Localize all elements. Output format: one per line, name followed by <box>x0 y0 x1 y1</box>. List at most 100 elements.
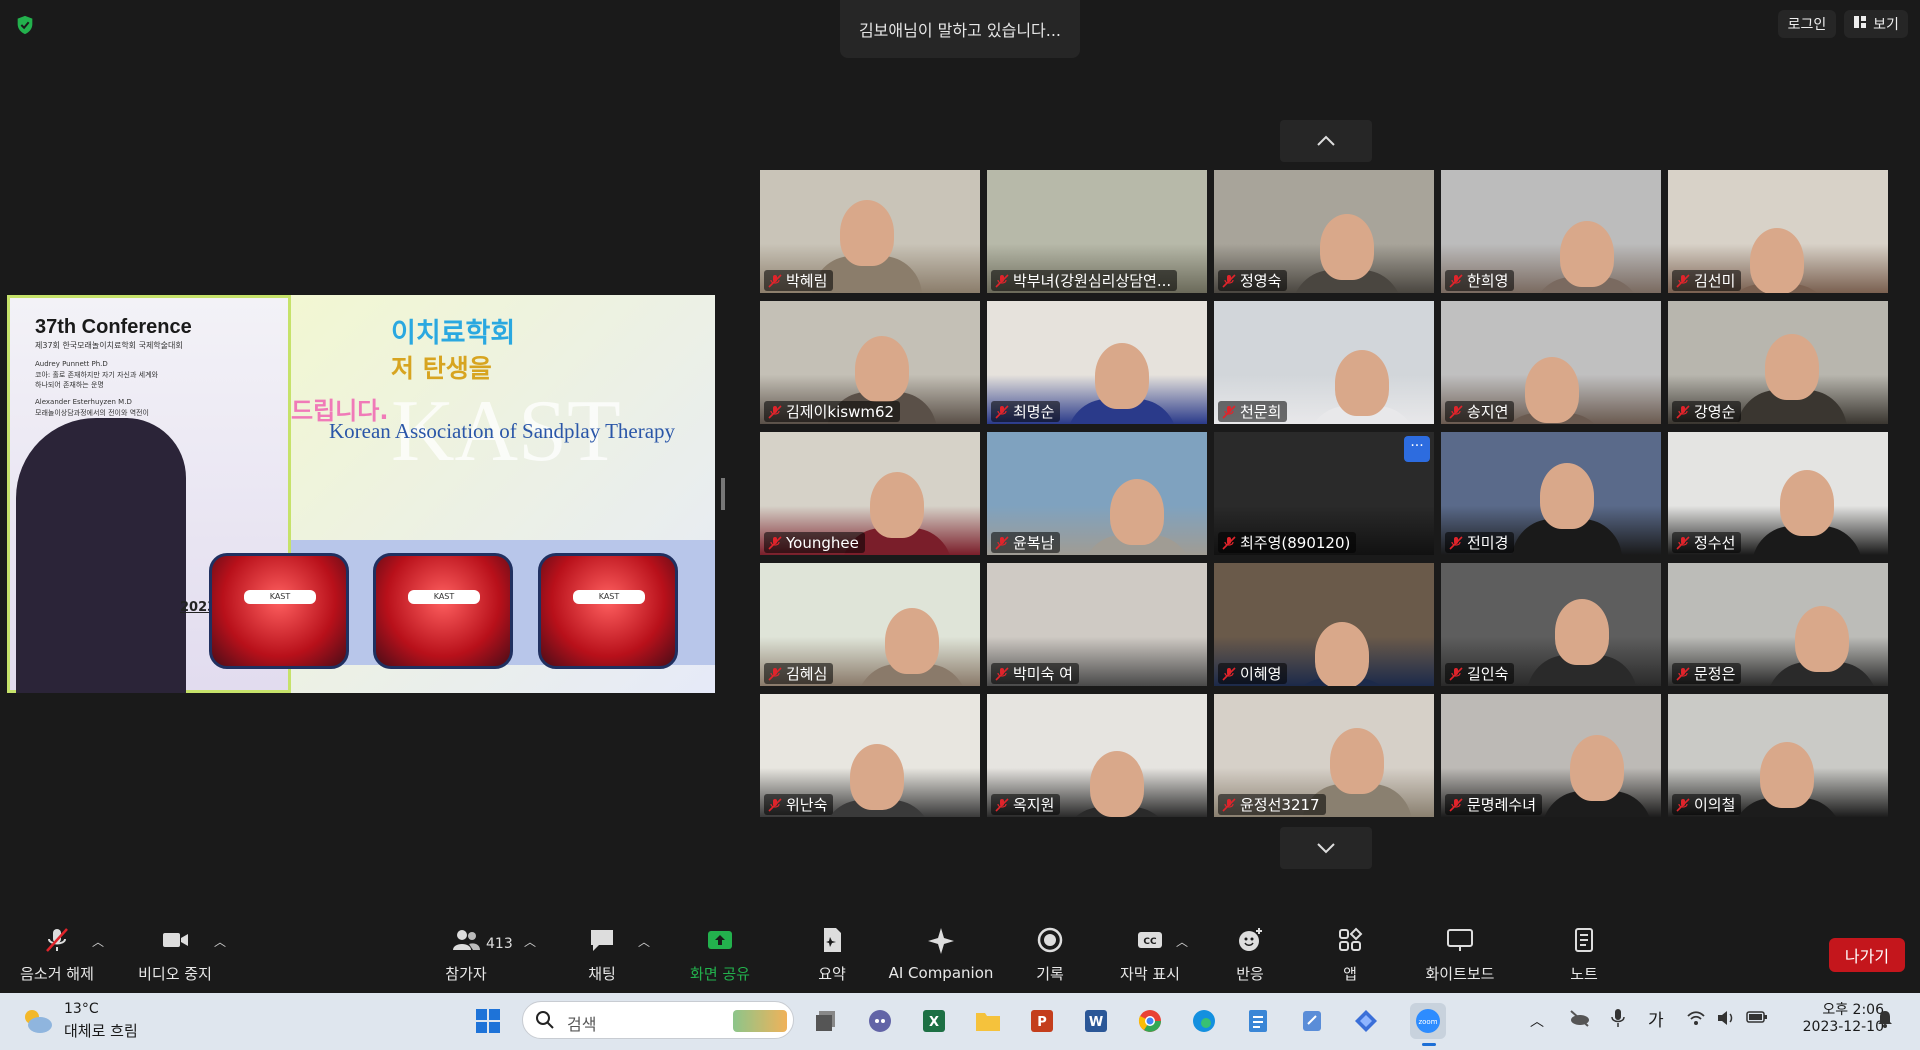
chat-options-caret-icon[interactable]: ︿ <box>638 933 650 950</box>
participant-name: 길인숙 <box>1467 665 1509 683</box>
participant-tile[interactable]: 윤복남 <box>987 432 1207 555</box>
participant-tile[interactable]: 문정은 <box>1668 563 1888 686</box>
participant-tile[interactable]: 윤정선3217 <box>1214 694 1434 817</box>
participant-name: 강영순 <box>1694 403 1736 421</box>
file-explorer-icon[interactable] <box>970 1003 1006 1039</box>
participant-name-tag: 이의철 <box>1672 794 1742 815</box>
participant-tile[interactable]: 최주영(890120) ··· <box>1214 432 1434 555</box>
participant-video-face <box>1320 214 1374 280</box>
clock-date[interactable]: 2023-12-10 <box>1784 1019 1884 1035</box>
login-button[interactable]: 로그인 <box>1778 10 1836 38</box>
taskbar-search-box[interactable]: 검색 <box>522 1001 794 1039</box>
video-options-caret-icon[interactable]: ︿ <box>214 933 226 950</box>
participant-tile[interactable]: 박혜림 <box>760 170 980 293</box>
summary-button[interactable]: 요약 <box>800 915 864 993</box>
notification-bell-icon[interactable] <box>1876 1009 1894 1033</box>
participants-options-caret-icon[interactable]: ︿ <box>524 933 536 950</box>
leave-button[interactable]: 나가기 <box>1829 938 1905 972</box>
participant-tile[interactable]: 위난숙 <box>760 694 980 817</box>
captions-button[interactable]: CC 자막 표시 <box>1110 915 1190 993</box>
security-shield-icon[interactable] <box>14 14 36 36</box>
onedrive-cloud-icon[interactable] <box>1568 1009 1590 1031</box>
battery-icon[interactable] <box>1746 1009 1768 1029</box>
participant-tile[interactable]: 박부녀(강원심리상담연... <box>987 170 1207 293</box>
participant-tile[interactable]: 송지연 <box>1441 301 1661 424</box>
record-label: 기록 <box>1036 964 1064 983</box>
task-view-icon[interactable] <box>808 1003 844 1039</box>
participant-tile[interactable]: 정수선 <box>1668 432 1888 555</box>
weather-cloud-icon[interactable] <box>20 1007 54 1039</box>
participant-name: 이의철 <box>1694 796 1736 814</box>
gallery-page-up-button[interactable] <box>1280 120 1372 162</box>
participant-tile[interactable]: 이의철 <box>1668 694 1888 817</box>
participant-tile[interactable]: 길인숙 <box>1441 563 1661 686</box>
participant-tile[interactable]: 문명례수녀 <box>1441 694 1661 817</box>
ime-indicator[interactable]: 가 <box>1648 1006 1664 1031</box>
ai-sparkle-icon <box>926 926 956 960</box>
windows-start-icon[interactable] <box>470 1003 506 1039</box>
shared-screen: KAST 이치료학회 저 탄생을 드립니다. Korean Associatio… <box>7 295 715 693</box>
participant-tile[interactable]: 천문희 <box>1214 301 1434 424</box>
whiteboard-button[interactable]: 화이트보드 <box>1410 915 1510 993</box>
participants-label: 참가자 <box>445 964 487 983</box>
participant-tile[interactable]: 한희영 <box>1441 170 1661 293</box>
participant-tile[interactable]: 김제이kiswm62 <box>760 301 980 424</box>
stop-video-button[interactable]: 비디오 중지 <box>128 915 222 993</box>
participant-tile[interactable]: Younghee <box>760 432 980 555</box>
view-button[interactable]: 보기 <box>1844 10 1908 38</box>
clock-time[interactable]: 오후 2:06 <box>1794 999 1884 1019</box>
participant-video-face <box>1560 221 1614 287</box>
zoom-app-icon[interactable]: zoom <box>1410 1003 1446 1039</box>
apps-button[interactable]: 앱 <box>1318 915 1382 993</box>
word-icon[interactable]: W <box>1078 1003 1114 1039</box>
speaker2-name: Alexander Esterhuyzen M.D <box>35 398 132 406</box>
notes-button[interactable]: 노트 <box>1552 915 1616 993</box>
share-screen-button[interactable]: 화면 공유 <box>680 915 760 993</box>
notepad-icon[interactable] <box>1240 1003 1276 1039</box>
reactions-button[interactable]: 반응 <box>1218 915 1282 993</box>
chrome-icon[interactable] <box>1132 1003 1168 1039</box>
microphone-icon[interactable] <box>1610 1007 1626 1033</box>
powerpoint-icon[interactable]: P <box>1024 1003 1060 1039</box>
edge-icon[interactable] <box>1186 1003 1222 1039</box>
chevron-up-icon[interactable]: ︿ <box>1530 1011 1544 1031</box>
participant-tile[interactable]: 김선미 <box>1668 170 1888 293</box>
participant-tile[interactable]: 최명순 <box>987 301 1207 424</box>
participant-more-options-button[interactable]: ··· <box>1404 436 1430 462</box>
participant-name: 문정은 <box>1694 665 1736 683</box>
splitter-handle[interactable] <box>721 478 725 510</box>
ai-companion-button[interactable]: AI Companion <box>888 915 994 993</box>
participant-tile[interactable]: 강영순 <box>1668 301 1888 424</box>
unmute-button[interactable]: 음소거 해제 <box>10 915 104 993</box>
chat-button[interactable]: 채팅 <box>570 915 634 993</box>
muted-microphone-icon <box>995 535 1009 550</box>
participant-tile[interactable]: 김혜심 <box>760 563 980 686</box>
unmute-label: 음소거 해제 <box>20 964 94 983</box>
excel-icon[interactable]: X <box>916 1003 952 1039</box>
participant-name: 박혜림 <box>786 272 828 290</box>
participant-tile[interactable]: 옥지원 <box>987 694 1207 817</box>
gallery-page-down-button[interactable] <box>1280 827 1372 869</box>
record-button[interactable]: 기록 <box>1018 915 1082 993</box>
participant-tile[interactable]: 정영숙 <box>1214 170 1434 293</box>
share-screen-icon <box>705 925 735 959</box>
copilot-icon[interactable] <box>1348 1003 1384 1039</box>
participant-tile[interactable]: 박미숙 여 <box>987 563 1207 686</box>
participant-tile[interactable]: 전미경 <box>1441 432 1661 555</box>
wifi-icon[interactable] <box>1686 1009 1706 1031</box>
participant-name-tag: 문정은 <box>1672 663 1742 684</box>
volume-icon[interactable] <box>1716 1009 1736 1031</box>
participant-video-face <box>1760 742 1814 808</box>
participant-name: 정수선 <box>1694 534 1736 552</box>
search-placeholder: 검색 <box>567 1015 597 1034</box>
captions-options-caret-icon[interactable]: ︿ <box>1176 933 1188 950</box>
weather-temperature: 13°C <box>64 1001 99 1017</box>
participant-video-face <box>1315 622 1369 686</box>
participants-button[interactable]: 참가자 <box>430 915 502 993</box>
teams-chat-icon[interactable] <box>862 1003 898 1039</box>
participant-video-face <box>1540 463 1594 529</box>
participant-tile[interactable]: 이혜영 <box>1214 563 1434 686</box>
snipping-tool-icon[interactable] <box>1294 1003 1330 1039</box>
audio-options-caret-icon[interactable]: ︿ <box>92 933 104 950</box>
svg-text:W: W <box>1089 1015 1103 1030</box>
